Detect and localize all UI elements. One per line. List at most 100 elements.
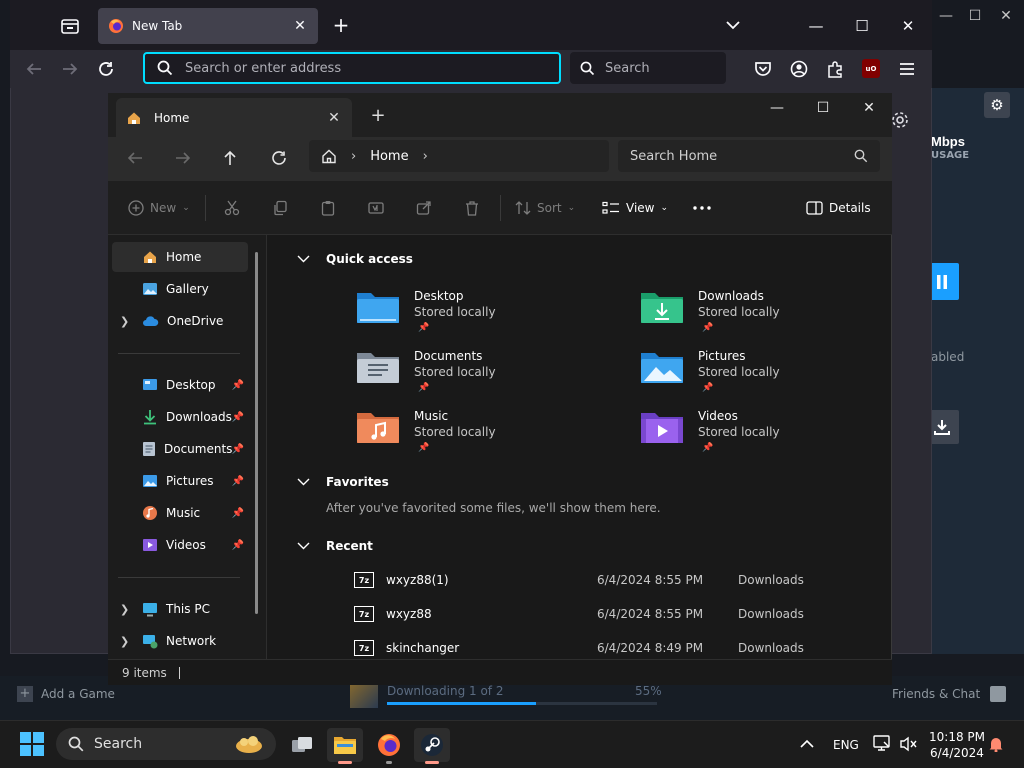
explorer-maximize-button[interactable]: ☐ <box>808 96 838 120</box>
more-options-icon[interactable] <box>692 196 712 220</box>
firefox-address-bar[interactable] <box>143 52 561 84</box>
steam-maximize-button[interactable]: ☐ <box>965 6 985 26</box>
explorer-close-button[interactable]: ✕ <box>854 96 884 120</box>
sidebar-item-pictures[interactable]: Pictures 📌 <box>112 466 248 496</box>
quick-access-header[interactable]: Quick access <box>297 252 413 266</box>
view-button[interactable]: View ⌄ <box>602 196 668 220</box>
forward-arrow-icon[interactable] <box>170 146 196 170</box>
copy-button[interactable] <box>272 196 288 220</box>
sidebar-scrollbar[interactable] <box>255 252 258 614</box>
steam-minimize-button[interactable]: — <box>936 6 956 26</box>
new-button[interactable]: New ⌄ <box>128 196 190 220</box>
reload-icon[interactable] <box>94 58 118 80</box>
explorer-address-bar[interactable]: › Home › <box>309 140 609 172</box>
language-indicator[interactable]: ENG <box>833 738 859 752</box>
close-icon[interactable]: ✕ <box>326 110 342 126</box>
refresh-icon[interactable] <box>266 146 292 170</box>
recent-file-row[interactable]: 7z skinchanger 6/4/2024 8:49 PM Download… <box>354 636 814 660</box>
quick-access-music[interactable]: Music Stored locally 📌 <box>356 409 596 463</box>
chevron-up-icon[interactable] <box>798 736 816 752</box>
pin-icon[interactable]: 📌 <box>232 540 244 551</box>
quick-access-documents[interactable]: Documents Stored locally 📌 <box>356 349 596 403</box>
sidebar-item-network[interactable]: ❯ Network <box>112 626 248 656</box>
paste-button[interactable] <box>320 196 336 220</box>
chevron-right-icon[interactable]: ❯ <box>120 635 129 648</box>
explorer-new-tab-button[interactable]: + <box>368 106 388 126</box>
close-icon[interactable]: ✕ <box>292 18 308 34</box>
chevron-right-icon[interactable]: › <box>423 149 428 164</box>
forward-arrow-icon[interactable] <box>58 58 82 80</box>
sidebar-item-onedrive[interactable]: ❯ OneDrive <box>112 306 248 336</box>
recent-file-row[interactable]: 7z wxyz88(1) 6/4/2024 8:55 PM Downloads <box>354 568 814 592</box>
toolbar-divider <box>205 195 206 221</box>
steam-taskbar-icon[interactable] <box>414 728 450 764</box>
back-arrow-icon[interactable] <box>122 146 148 170</box>
sidebar-item-documents[interactable]: Documents 📌 <box>112 434 248 464</box>
share-button[interactable] <box>416 196 432 220</box>
quick-access-pictures[interactable]: Pictures Stored locally 📌 <box>640 349 880 403</box>
pin-icon[interactable]: 📌 <box>232 380 244 391</box>
rename-button[interactable] <box>368 196 384 220</box>
quick-access-videos[interactable]: Videos Stored locally 📌 <box>640 409 880 463</box>
recent-file-row[interactable]: 7z wxyz88 6/4/2024 8:55 PM Downloads <box>354 602 814 626</box>
account-icon[interactable] <box>788 58 810 80</box>
pocket-icon[interactable] <box>752 58 774 80</box>
sidebar-item-desktop[interactable]: Desktop 📌 <box>112 370 248 400</box>
back-arrow-icon[interactable] <box>22 58 46 80</box>
chevron-right-icon[interactable]: ❯ <box>120 315 129 328</box>
hamburger-menu-icon[interactable] <box>896 58 918 80</box>
steam-download-status[interactable]: Downloading 1 of 2 <box>387 684 503 698</box>
explorer-search-box[interactable]: Search Home <box>618 140 880 172</box>
steam-close-button[interactable]: ✕ <box>996 6 1016 26</box>
recent-header[interactable]: Recent <box>297 539 373 553</box>
sidebar-item-gallery[interactable]: Gallery <box>112 274 248 304</box>
favorites-header[interactable]: Favorites <box>297 475 389 489</box>
quick-access-downloads[interactable]: Downloads Stored locally 📌 <box>640 289 880 343</box>
desktop-icon <box>142 378 158 392</box>
sidebar-item-music[interactable]: Music 📌 <box>112 498 248 528</box>
sidebar-item-home[interactable]: Home <box>112 242 248 272</box>
cut-button[interactable] <box>224 196 240 220</box>
steam-add-game-button[interactable]: + Add a Game <box>17 686 115 702</box>
firefox-taskbar-icon[interactable] <box>371 728 407 764</box>
firefox-view-icon[interactable] <box>60 16 80 36</box>
quick-access-desktop[interactable]: Desktop Stored locally 📌 <box>356 289 596 343</box>
url-input[interactable] <box>185 60 525 76</box>
extensions-puzzle-icon[interactable] <box>824 58 846 80</box>
sidebar-item-downloads[interactable]: Downloads 📌 <box>112 402 248 432</box>
task-view-icon[interactable] <box>284 728 320 762</box>
delete-button[interactable] <box>464 196 480 220</box>
firefox-close-button[interactable]: ✕ <box>896 14 920 38</box>
up-arrow-icon[interactable] <box>217 146 243 170</box>
pin-icon[interactable]: 📌 <box>232 412 244 423</box>
pin-icon[interactable]: 📌 <box>232 508 244 519</box>
firefox-tab-new-tab[interactable]: New Tab ✕ <box>98 8 318 44</box>
windows-start-icon[interactable] <box>20 732 44 756</box>
pictures-folder-icon <box>640 349 684 385</box>
taskbar-search-box[interactable]: Search <box>56 728 276 760</box>
network-monitor-icon[interactable] <box>873 735 891 752</box>
sort-button[interactable]: Sort ⌄ <box>515 196 575 220</box>
pin-icon[interactable]: 📌 <box>232 476 244 487</box>
gear-icon[interactable] <box>890 110 910 130</box>
firefox-search-box[interactable]: Search <box>570 52 726 84</box>
ublock-origin-icon[interactable]: uO <box>862 59 880 78</box>
explorer-minimize-button[interactable]: — <box>762 96 792 120</box>
breadcrumb[interactable]: Home <box>370 149 408 164</box>
chevron-right-icon[interactable]: ❯ <box>120 603 129 616</box>
steam-friends-chat-button[interactable]: Friends & Chat <box>892 686 1007 702</box>
notification-bell-icon[interactable] <box>988 736 1004 752</box>
file-explorer-taskbar-icon[interactable] <box>327 728 363 764</box>
details-button[interactable]: Details <box>806 196 871 220</box>
steam-settings-gear-icon[interactable]: ⚙ <box>984 92 1010 118</box>
volume-muted-icon[interactable] <box>899 736 917 752</box>
pin-icon[interactable]: 📌 <box>232 444 244 455</box>
sidebar-item-videos[interactable]: Videos 📌 <box>112 530 248 560</box>
firefox-minimize-button[interactable]: — <box>804 14 828 38</box>
taskbar-clock[interactable]: 10:18 PM 6/4/2024 <box>925 729 989 761</box>
chevron-down-icon[interactable] <box>724 16 742 34</box>
explorer-tab-home[interactable]: Home ✕ <box>116 98 352 137</box>
firefox-new-tab-button[interactable]: + <box>330 14 352 36</box>
firefox-maximize-button[interactable]: ☐ <box>850 14 874 38</box>
sidebar-item-this-pc[interactable]: ❯ This PC <box>112 594 248 624</box>
